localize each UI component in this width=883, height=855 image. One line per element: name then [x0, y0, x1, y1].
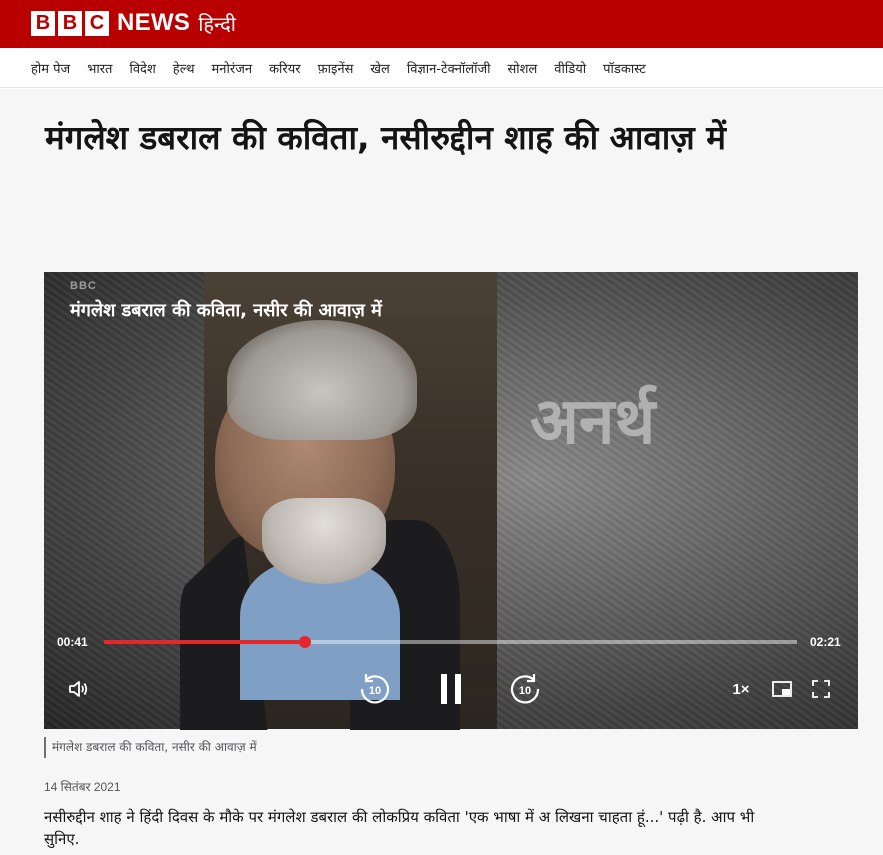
logo-letter-b2: B: [58, 10, 82, 36]
nav-item-science-tech[interactable]: विज्ञान-टेक्नॉलॉजी: [407, 59, 491, 77]
playback-speed-button[interactable]: 1×: [728, 678, 754, 700]
nav-list: होम पेज भारत विदेश हेल्थ मनोरंजन करियर फ…: [31, 48, 663, 88]
logo-edition-text: हिन्दी: [198, 11, 236, 36]
video-title: मंगलेश डबराल की कविता, नसीर की आवाज़ में: [70, 300, 382, 321]
forward-10-label: 10: [519, 685, 531, 697]
nav-item-india[interactable]: भारत: [87, 59, 112, 77]
picture-in-picture-icon[interactable]: [769, 678, 795, 700]
top-bar: B B C NEWS हिन्दी: [0, 0, 883, 48]
logo-letter-c: C: [85, 10, 109, 36]
bbc-news-hindi-logo[interactable]: B B C NEWS हिन्दी: [31, 9, 236, 36]
main-nav: होम पेज भारत विदेश हेल्थ मनोरंजन करियर फ…: [0, 48, 883, 88]
nav-item-health[interactable]: हेल्थ: [173, 59, 195, 77]
nav-item-video[interactable]: वीडियो: [554, 59, 586, 77]
nav-item-entertainment[interactable]: मनोरंजन: [212, 59, 253, 77]
rewind-10-icon[interactable]: 10: [356, 670, 394, 708]
nav-item-sports[interactable]: खेल: [370, 59, 389, 77]
pause-icon[interactable]: [434, 670, 468, 708]
video-bbc-watermark: BBC: [70, 280, 97, 292]
progress-bar[interactable]: [104, 636, 797, 648]
logo-letter-b1: B: [31, 10, 55, 36]
page-title: मंगलेश डबराल की कविता, नसीरुद्दीन शाह की…: [45, 118, 726, 157]
article-body: नसीरुद्दीन शाह ने हिंदी दिवस के मौके पर …: [44, 808, 755, 848]
nav-item-podcast[interactable]: पॉडकास्ट: [603, 59, 646, 77]
nav-item-home[interactable]: होम पेज: [31, 59, 70, 77]
forward-10-icon[interactable]: 10: [506, 670, 544, 708]
logo-news-text: NEWS: [117, 9, 191, 36]
volume-icon[interactable]: [66, 678, 92, 700]
nav-item-world[interactable]: विदेश: [129, 59, 155, 77]
current-time: 00:41: [57, 635, 88, 649]
video-caption: मंगलेश डबराल की कविता, नसीर की आवाज़ में: [44, 737, 257, 758]
fullscreen-icon[interactable]: [808, 677, 834, 701]
nav-item-finance[interactable]: फ़ाइनेंस: [318, 59, 354, 77]
publish-date: 14 सितंबर 2021: [44, 780, 121, 794]
nav-item-career[interactable]: करियर: [269, 59, 301, 77]
nav-item-social[interactable]: सोशल: [507, 59, 537, 77]
rewind-10-label: 10: [369, 685, 381, 697]
person-beard: [262, 498, 386, 584]
duration-time: 02:21: [810, 635, 841, 649]
person-hair: [227, 320, 417, 440]
video-overlay-word: अनर्थ: [530, 385, 656, 459]
progress-handle[interactable]: [298, 636, 311, 648]
progress-fill: [104, 640, 305, 644]
